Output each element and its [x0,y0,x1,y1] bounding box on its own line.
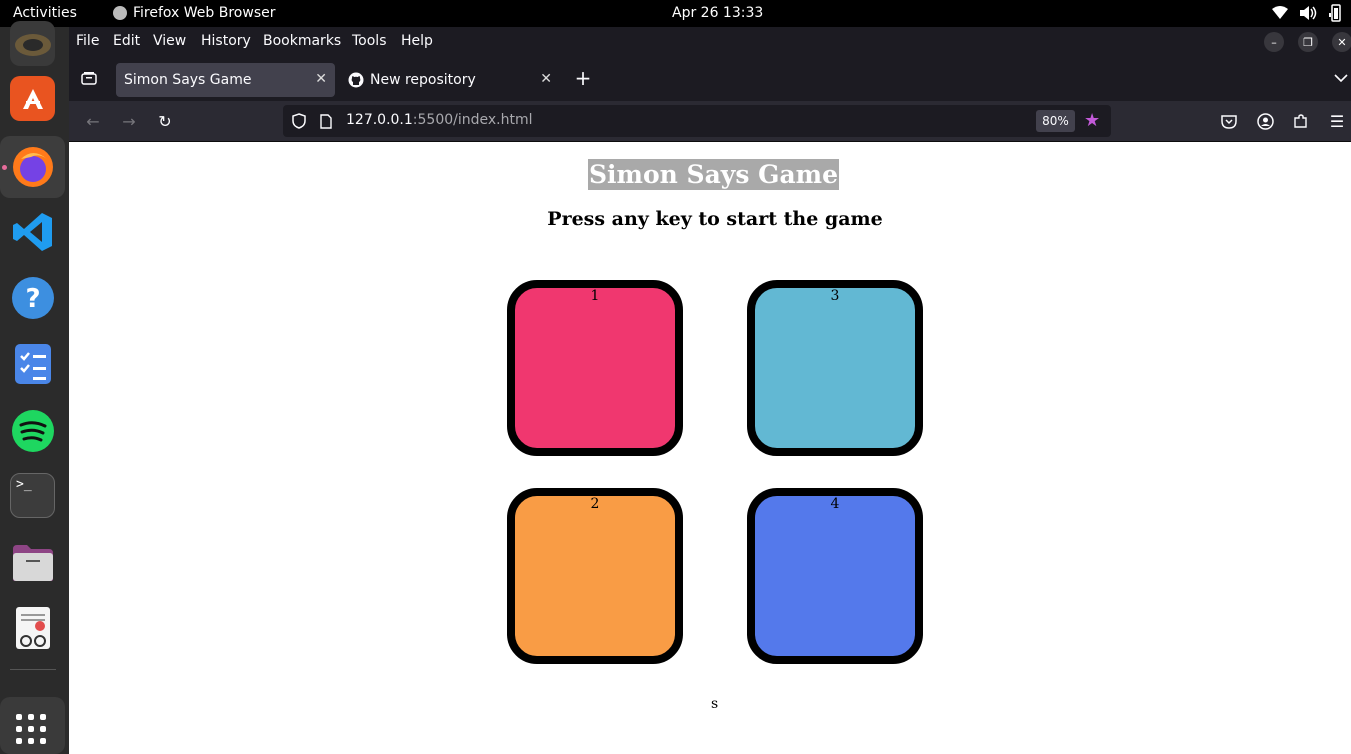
text-editor-icon[interactable] [10,605,55,650]
menu-bookmarks[interactable]: Bookmarks [263,33,341,49]
simon-button-1[interactable]: 1 [507,280,683,456]
activities-button[interactable]: Activities [13,5,77,21]
menu-view[interactable]: View [153,33,186,49]
firefox-icon[interactable] [10,144,55,189]
restore-button[interactable]: ❐ [1298,32,1318,52]
hamburger-menu-icon[interactable]: ☰ [1327,111,1347,131]
rhythmbox-icon[interactable] [10,21,55,66]
dock: ? >_ [0,21,69,754]
page-icon[interactable] [316,111,336,131]
app-menu[interactable]: Firefox Web Browser [113,5,276,21]
box-number: 1 [590,288,600,304]
list-all-tabs-icon[interactable] [1331,68,1351,88]
box-number: 4 [830,496,840,512]
close-window-button[interactable]: ✕ [1332,32,1351,52]
pocket-icon[interactable] [1219,111,1239,131]
footer-text: s [711,696,719,712]
forward-icon[interactable]: → [119,111,139,131]
files-icon[interactable] [10,540,55,585]
navigation-bar: ← → ↻ 127.0.0.1:5500/index.html 80% ★ ☰ [69,101,1351,141]
new-tab-icon[interactable]: + [573,66,593,90]
system-top-bar: Activities Firefox Web Browser Apr 26 13… [0,0,1351,27]
wifi-icon [1271,4,1289,22]
svg-text:?: ? [25,284,40,314]
vscode-icon[interactable] [10,209,55,254]
page-content: Simon Says Game Press any key to start t… [69,142,1351,754]
tasks-icon[interactable] [10,341,55,386]
dock-separator [10,669,56,670]
account-icon[interactable] [1255,111,1275,131]
zoom-level-badge[interactable]: 80% [1036,110,1075,132]
shield-icon[interactable] [289,111,309,131]
box-number: 3 [830,288,840,304]
close-tab-icon[interactable]: ✕ [540,71,552,87]
running-indicator [2,165,7,170]
close-tab-icon[interactable]: ✕ [315,71,327,87]
extensions-icon[interactable] [1291,111,1311,131]
tab-new-repository[interactable]: New repository ✕ [340,63,560,97]
menu-edit[interactable]: Edit [113,33,140,49]
menu-bar: File Edit View History Bookmarks Tools H… [69,27,1351,55]
tab-bar: Simon Says Game ✕ New repository ✕ + [69,55,1351,101]
app-name-label: Firefox Web Browser [133,5,276,21]
show-apps-icon[interactable] [0,697,65,754]
box-number: 2 [590,496,600,512]
terminal-icon[interactable]: >_ [10,473,55,518]
game-status-heading: Press any key to start the game [547,208,883,230]
tab-label: Simon Says Game [124,72,252,88]
url-text[interactable]: 127.0.0.1:5500/index.html [346,112,533,128]
app-center-icon[interactable] [10,76,55,121]
tab-label: New repository [370,72,476,88]
volume-icon [1299,4,1317,22]
github-icon [348,72,364,88]
reload-icon[interactable]: ↻ [155,111,175,131]
clock[interactable]: Apr 26 13:33 [672,5,763,21]
menu-file[interactable]: File [76,33,99,49]
battery-icon [1327,4,1345,22]
address-bar[interactable]: 127.0.0.1:5500/index.html 80% ★ [283,105,1111,137]
menu-history[interactable]: History [201,33,251,49]
bookmark-star-icon[interactable]: ★ [1084,110,1100,131]
minimize-button[interactable]: – [1264,32,1284,52]
simon-button-3[interactable]: 3 [747,280,923,456]
page-title: Simon Says Game [588,159,840,190]
help-icon[interactable]: ? [10,275,55,320]
simon-button-4[interactable]: 4 [747,488,923,664]
spotify-icon[interactable] [10,408,55,453]
tab-simon-says[interactable]: Simon Says Game ✕ [116,63,335,97]
back-icon[interactable]: ← [83,111,103,131]
firefox-mini-icon [113,6,127,20]
menu-help[interactable]: Help [401,33,433,49]
system-tray[interactable] [1271,4,1345,22]
simon-button-2[interactable]: 2 [507,488,683,664]
tab-overview-icon[interactable] [79,68,99,88]
menu-tools[interactable]: Tools [352,33,387,49]
